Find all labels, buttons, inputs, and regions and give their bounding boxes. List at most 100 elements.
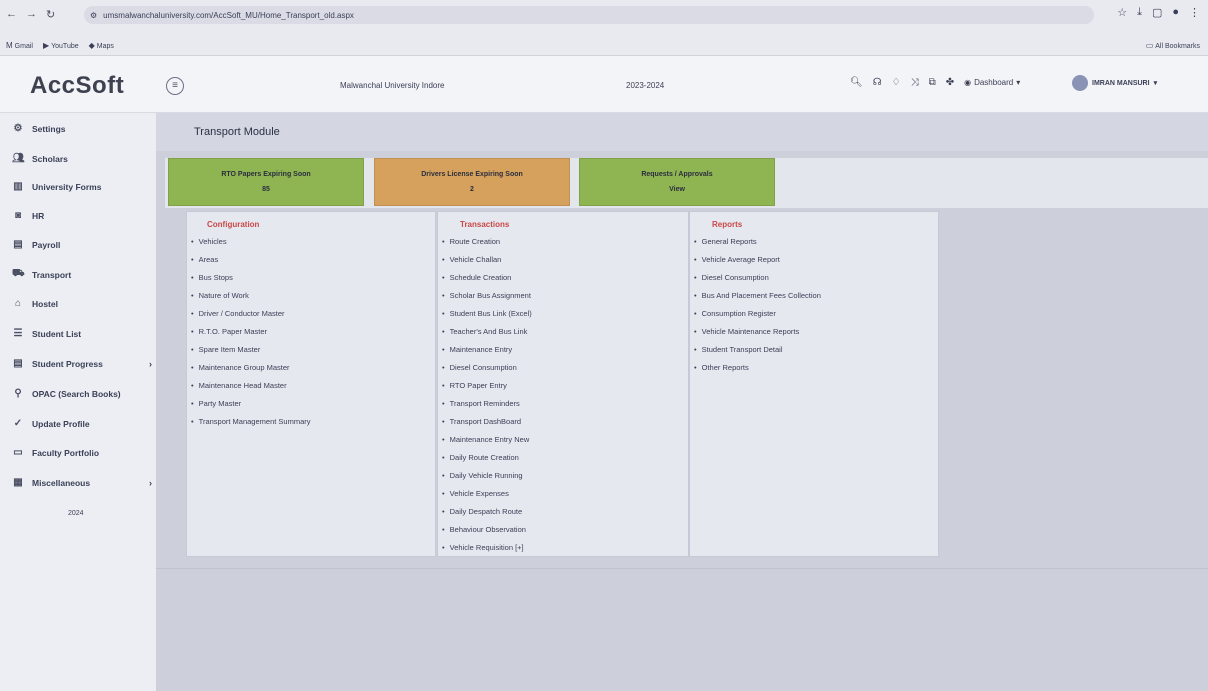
- chevron-down-icon: ▾: [1016, 78, 1021, 87]
- header-icons: 🔍︎ ☊ ♢ ⤨ ⧉ ✤ ◉ Dashboard ▾: [850, 77, 1020, 88]
- reload-icon[interactable]: ↻: [46, 8, 55, 21]
- divider: [156, 568, 1208, 569]
- extension-icon[interactable]: ▢: [1152, 6, 1162, 19]
- menu-item-other-reports[interactable]: Other Reports: [694, 363, 749, 372]
- avatar: [1072, 75, 1088, 91]
- menu-item-vehicle-requisition[interactable]: Vehicle Requisition [+]: [442, 543, 524, 552]
- all-bookmarks[interactable]: ▭ All Bookmarks: [1146, 41, 1200, 50]
- sidebar-item-scholars[interactable]: 👥︎ Scholars: [12, 153, 152, 164]
- page-title: Transport Module: [194, 126, 280, 138]
- shuffle-icon[interactable]: ⤨: [911, 77, 919, 88]
- download-icon[interactable]: ⤓: [1137, 6, 1142, 19]
- menu-item-student-transport-detail[interactable]: Student Transport Detail: [694, 345, 783, 354]
- sidebar-item-settings[interactable]: ⚙ Settings: [12, 123, 152, 134]
- sidebar-item-payroll[interactable]: ▤ Payroll: [12, 239, 152, 250]
- menu-item-vehicle-challan[interactable]: Vehicle Challan: [442, 255, 502, 264]
- sidebar-item-miscellaneous[interactable]: ▦ Miscellaneous ›: [12, 477, 152, 488]
- calendar-icon: ▤: [13, 358, 23, 369]
- bookmark-maps[interactable]: ◆ Maps: [89, 41, 114, 50]
- grid-icon: ▦: [13, 477, 23, 488]
- menu-item-student-bus-link[interactable]: Student Bus Link (Excel): [442, 309, 532, 318]
- network-icon[interactable]: ✤: [946, 77, 954, 88]
- rto-papers-alert[interactable]: RTO Papers Expiring Soon 85: [168, 158, 364, 206]
- requests-approvals-alert[interactable]: Requests / Approvals View: [579, 158, 775, 206]
- transactions-panel: Transactions Route Creation Vehicle Chal…: [437, 211, 689, 557]
- menu-item-maintenance-entry[interactable]: Maintenance Entry: [442, 345, 513, 354]
- menu-item-scholar-bus-assignment[interactable]: Scholar Bus Assignment: [442, 291, 531, 300]
- menu-item-party-master[interactable]: Party Master: [191, 399, 242, 408]
- address-bar[interactable]: ⚙ umsmalwanchaluniversity.com/AccSoft_MU…: [84, 6, 1094, 24]
- menu-item-daily-vehicle-running[interactable]: Daily Vehicle Running: [442, 471, 523, 480]
- app-logo: AccSoft: [30, 72, 125, 99]
- footer-year: 2024: [68, 510, 84, 517]
- menu-item-vehicle-average-report[interactable]: Vehicle Average Report: [694, 255, 780, 264]
- sidebar-item-university-forms[interactable]: ▥ University Forms: [12, 181, 152, 192]
- menu-item-transport-reminders[interactable]: Transport Reminders: [442, 399, 520, 408]
- menu-item-maintenance-entry-new[interactable]: Maintenance Entry New: [442, 435, 530, 444]
- menu-item-transport-dashboard[interactable]: Transport DashBoard: [442, 417, 521, 426]
- dashboard-dropdown[interactable]: ◉ Dashboard ▾: [964, 78, 1020, 87]
- menu-item-daily-despatch-route[interactable]: Daily Despatch Route: [442, 507, 523, 516]
- chevron-right-icon: ›: [149, 477, 152, 488]
- menu-item-maintenance-group-master[interactable]: Maintenance Group Master: [191, 363, 290, 372]
- menu-item-vehicle-maintenance-reports[interactable]: Vehicle Maintenance Reports: [694, 327, 800, 336]
- bookmark-youtube[interactable]: ▶ YouTube: [43, 41, 79, 50]
- sidebar-item-opac[interactable]: ⚲ OPAC (Search Books): [12, 388, 152, 399]
- bookmark-star-icon[interactable]: ☆: [1117, 6, 1127, 19]
- university-name: Malwanchal University Indore: [340, 81, 445, 90]
- sidebar-item-hostel[interactable]: ⌂ Hostel: [12, 298, 152, 309]
- menu-item-teachers-bus-link[interactable]: Teacher's And Bus Link: [442, 327, 528, 336]
- alert-strip: RTO Papers Expiring Soon 85 Drivers Lice…: [165, 158, 1208, 208]
- sidebar-item-update-profile[interactable]: ✓ Update Profile: [12, 418, 152, 429]
- maps-icon: ◆: [88, 41, 95, 50]
- menu-item-driver-conductor-master[interactable]: Driver / Conductor Master: [191, 309, 285, 318]
- menu-item-vehicle-expenses[interactable]: Vehicle Expenses: [442, 489, 509, 498]
- external-link-icon[interactable]: ⧉: [929, 77, 936, 88]
- hamburger-menu-icon[interactable]: ≡: [166, 77, 184, 95]
- back-icon[interactable]: ←: [6, 8, 17, 21]
- user-dropdown[interactable]: IMRAN MANSURI ▾: [1072, 75, 1157, 91]
- menu-item-diesel-consumption[interactable]: Diesel Consumption: [442, 363, 517, 372]
- configuration-panel: Configuration Vehicles Areas Bus Stops N…: [186, 211, 436, 557]
- sidebar-item-student-progress[interactable]: ▤ Student Progress ›: [12, 358, 152, 369]
- browser-nav: ← → ↻: [6, 8, 55, 21]
- menu-item-diesel-consumption-report[interactable]: Diesel Consumption: [694, 273, 769, 282]
- menu-item-spare-item-master[interactable]: Spare Item Master: [191, 345, 261, 354]
- menu-item-maintenance-head-master[interactable]: Maintenance Head Master: [191, 381, 287, 390]
- menu-item-route-creation[interactable]: Route Creation: [442, 237, 500, 246]
- menu-item-schedule-creation[interactable]: Schedule Creation: [442, 273, 512, 282]
- drivers-license-alert[interactable]: Drivers License Expiring Soon 2: [374, 158, 570, 206]
- menu-item-consumption-register[interactable]: Consumption Register: [694, 309, 776, 318]
- menu-item-behaviour-observation[interactable]: Behaviour Observation: [442, 525, 526, 534]
- chevron-down-icon: ▾: [1153, 80, 1158, 87]
- support-icon[interactable]: ☊: [873, 77, 882, 88]
- menu-item-rto-paper-master[interactable]: R.T.O. Paper Master: [191, 327, 267, 336]
- users-icon: 👥︎: [12, 153, 25, 164]
- menu-item-daily-route-creation[interactable]: Daily Route Creation: [442, 453, 519, 462]
- menu-item-general-reports[interactable]: General Reports: [694, 237, 757, 246]
- menu-item-rto-paper-entry[interactable]: RTO Paper Entry: [442, 381, 507, 390]
- search-icon: ⚲: [14, 388, 22, 399]
- menu-item-bus-stops[interactable]: Bus Stops: [191, 273, 233, 282]
- menu-item-vehicles[interactable]: Vehicles: [191, 237, 227, 246]
- bookmark-gmail[interactable]: M Gmail: [6, 41, 33, 50]
- search-icon[interactable]: 🔍︎: [850, 77, 863, 88]
- menu-item-transport-management-summary[interactable]: Transport Management Summary: [191, 417, 311, 426]
- sidebar-item-faculty-portfolio[interactable]: ▭ Faculty Portfolio: [12, 447, 152, 458]
- site-info-icon[interactable]: ⚙: [90, 11, 97, 20]
- forward-icon[interactable]: →: [26, 8, 37, 21]
- sidebar-item-student-list[interactable]: ☰ Student List: [12, 328, 152, 339]
- home-icon: ⌂: [14, 298, 22, 309]
- menu-dots-icon[interactable]: ⋮: [1189, 6, 1200, 19]
- profile-icon[interactable]: ●: [1172, 6, 1179, 19]
- sidebar-item-transport[interactable]: ⛟ Transport: [12, 268, 152, 281]
- notification-icon[interactable]: ♢: [892, 77, 901, 88]
- app-header: AccSoft ≡ Malwanchal University Indore 2…: [0, 56, 1208, 113]
- bus-icon: ⛟: [12, 268, 25, 279]
- configuration-title: Configuration: [207, 220, 260, 229]
- menu-item-nature-of-work[interactable]: Nature of Work: [191, 291, 249, 300]
- menu-item-areas[interactable]: Areas: [191, 255, 219, 264]
- menu-item-bus-placement-fees[interactable]: Bus And Placement Fees Collection: [694, 291, 821, 300]
- sidebar-item-hr[interactable]: ◙ HR: [12, 210, 152, 221]
- transactions-title: Transactions: [460, 220, 510, 229]
